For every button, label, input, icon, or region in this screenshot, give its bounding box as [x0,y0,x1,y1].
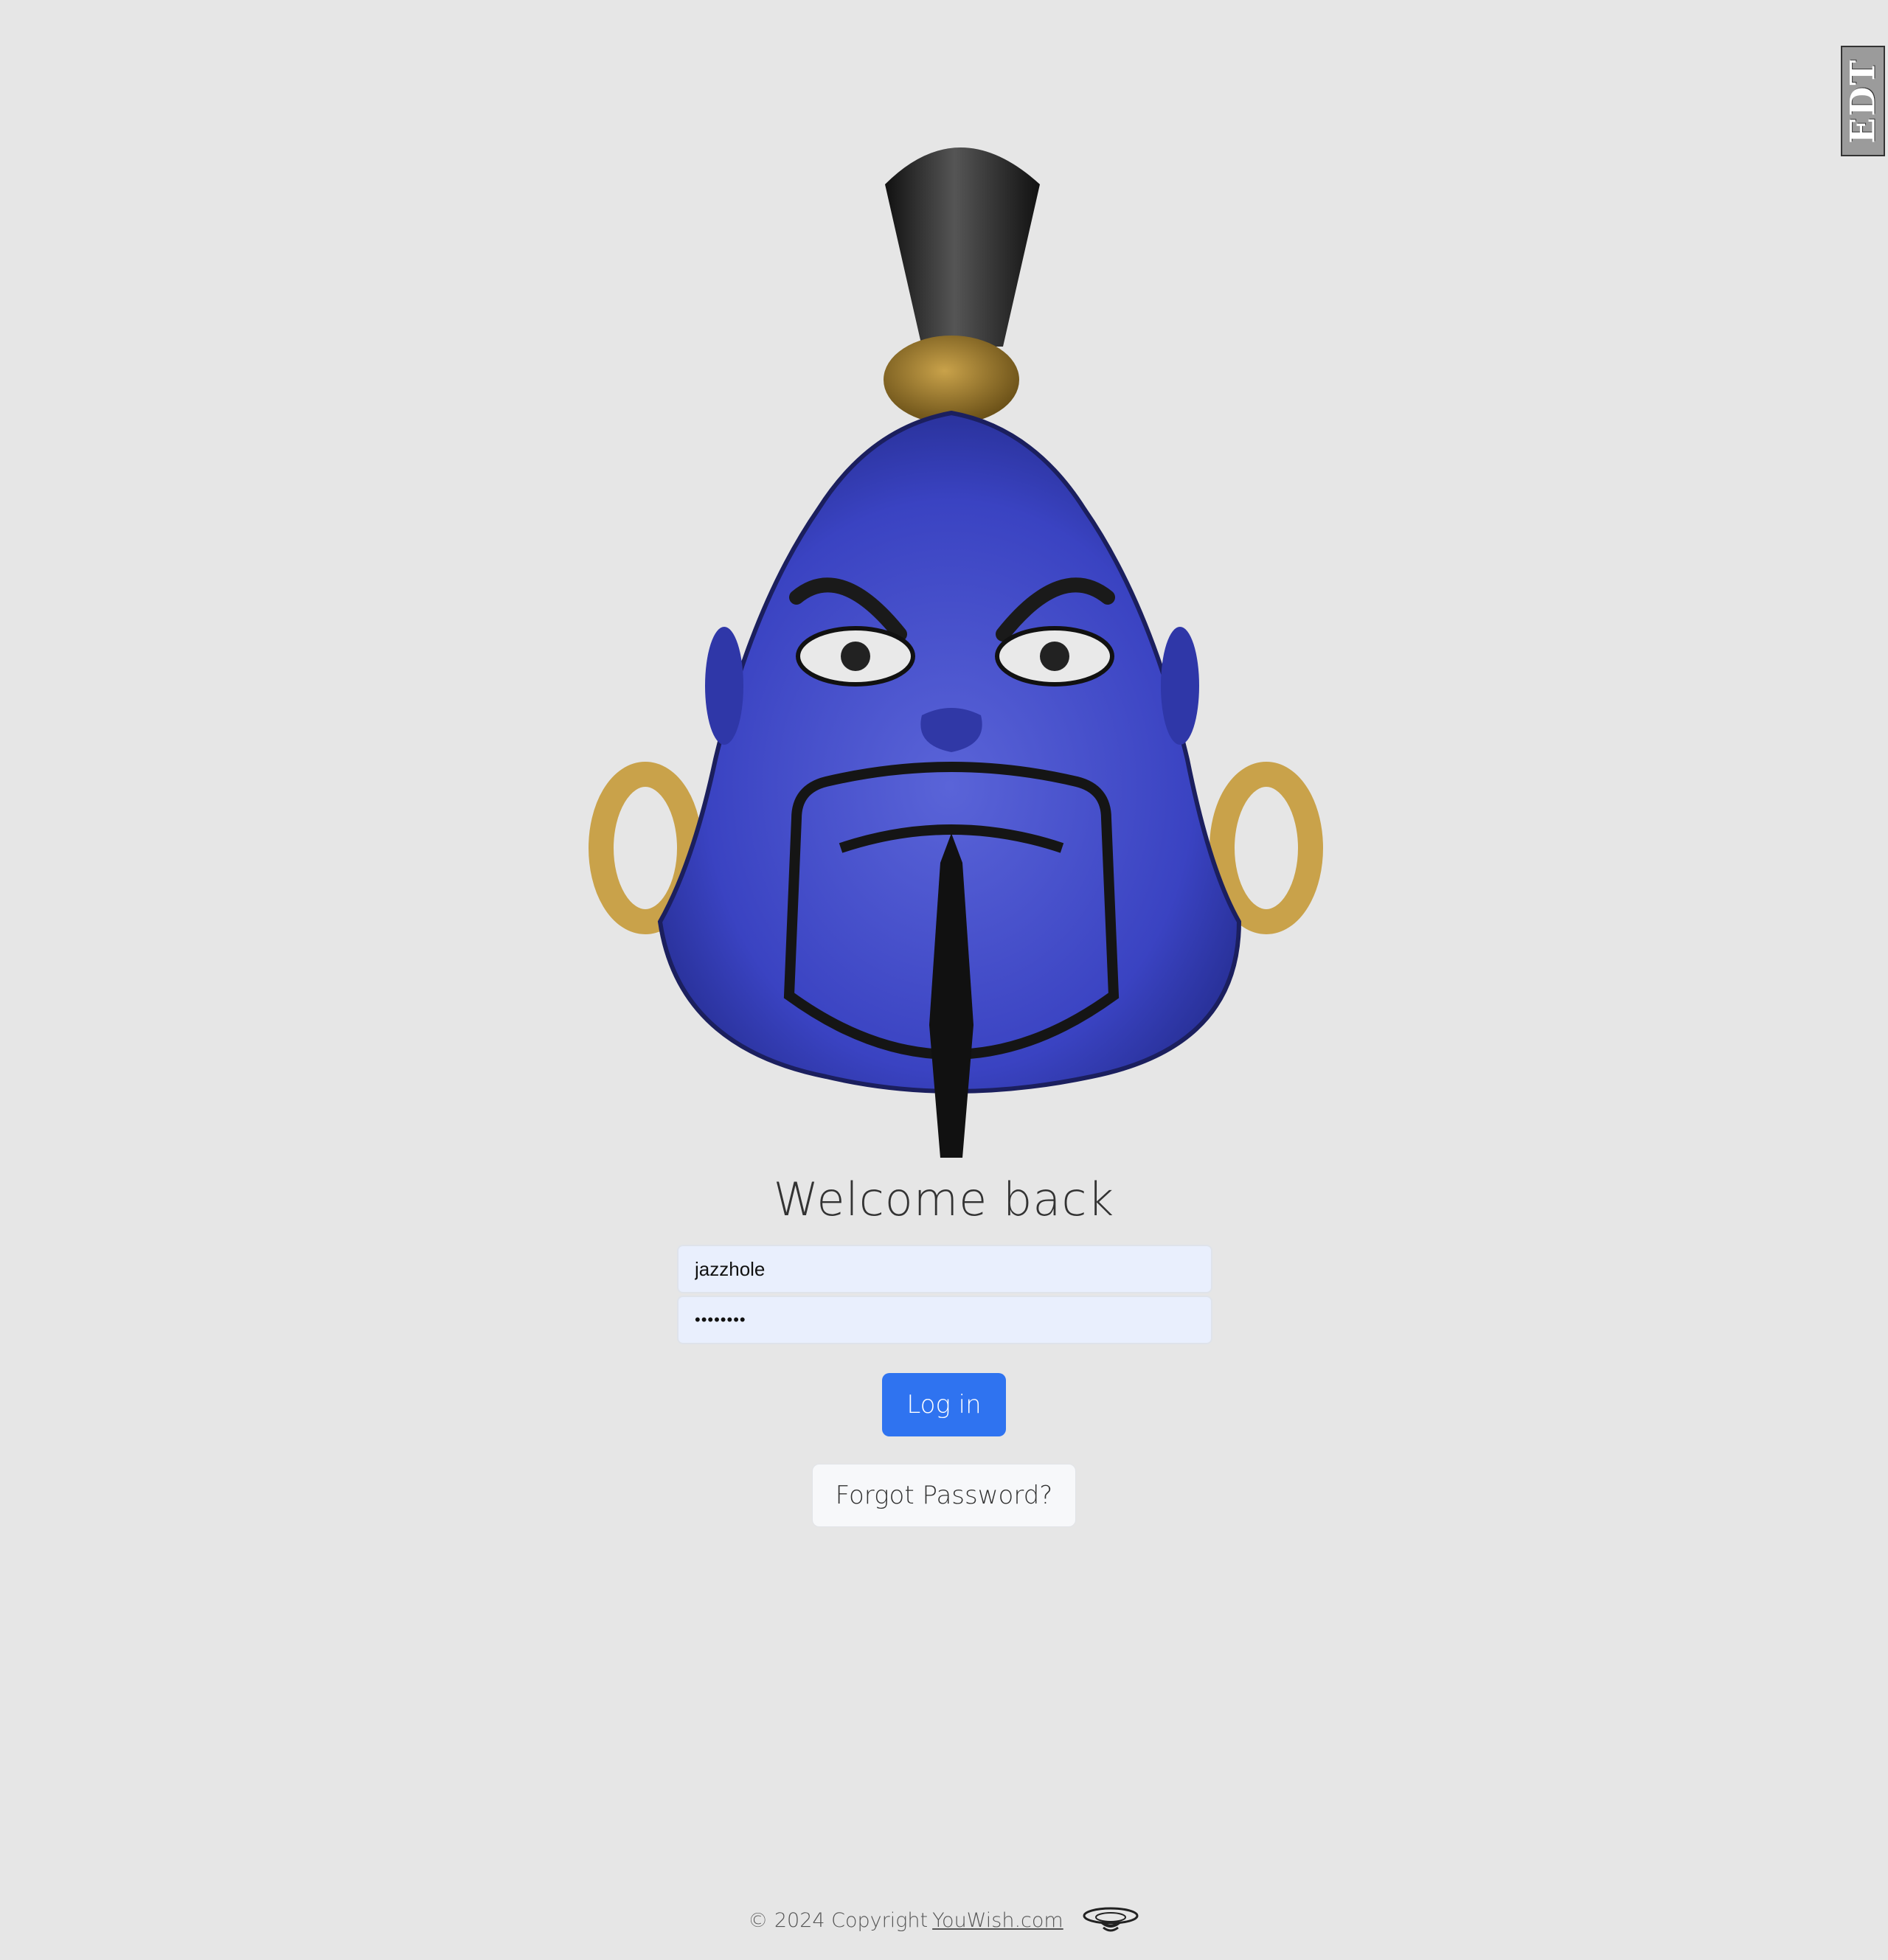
youwish-link[interactable]: YouWish.com [932,1909,1063,1932]
right-earring [1210,762,1323,934]
edt-badge-label: EDT [1843,58,1883,144]
forgot-password-button[interactable]: Forgot Password? [812,1464,1076,1527]
topknot [885,147,1040,347]
welcome-heading: Welcome back [773,1172,1115,1226]
username-field[interactable] [677,1245,1212,1293]
password-field[interactable] [677,1296,1212,1344]
genie-head-logo [589,147,1323,1158]
copyright-text: © 2024 Copyright [748,1908,929,1932]
lamp-icon [1083,1907,1139,1932]
login-button[interactable]: Log in [882,1373,1006,1436]
edt-badge[interactable]: EDT [1841,46,1885,156]
footer: © 2024 Copyright YouWish.com [0,1905,1888,1935]
